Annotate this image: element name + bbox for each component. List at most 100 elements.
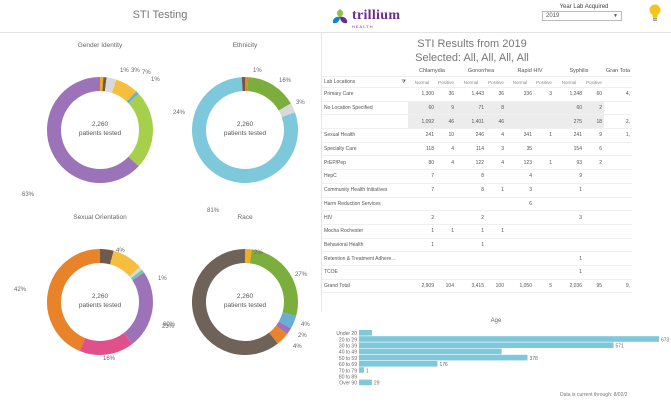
table-cell: 2 (456, 210, 486, 225)
donut-segment[interactable] (247, 77, 291, 111)
table-cell (604, 197, 633, 212)
lightbulb-icon[interactable] (648, 3, 662, 23)
age-bar[interactable] (359, 342, 614, 348)
age-bar[interactable] (359, 379, 372, 386)
table-row[interactable]: PrEP/Pep 80 4 122 4 123 1 93 2 (322, 155, 633, 171)
age-bar[interactable] (359, 367, 364, 373)
donut-segment[interactable] (126, 91, 139, 104)
table-cell (456, 265, 486, 280)
table-cell: 118 (408, 142, 436, 157)
table-cell: 1 (554, 183, 584, 198)
donut-segment[interactable] (99, 249, 114, 265)
donut-segment[interactable] (130, 269, 145, 281)
table-row[interactable]: Sexual Health 241 10 246 4 341 1 241 9 1, (322, 128, 633, 143)
table-cell (534, 210, 554, 225)
table-cell (584, 183, 604, 198)
table-cell: 275 (554, 114, 584, 130)
age-bar[interactable] (359, 348, 502, 355)
table-row[interactable]: 1,092 46 1,401 46 275 18 2, (322, 114, 633, 130)
donut-segment[interactable] (278, 103, 295, 118)
age-bar[interactable] (359, 336, 659, 342)
age-bar[interactable] (359, 354, 528, 361)
table-cell: 1 (408, 238, 436, 253)
table-cell: 60 (584, 87, 604, 102)
donut-segment[interactable] (128, 93, 153, 167)
table-cell: 1,248 (554, 87, 584, 102)
table-row[interactable]: Behavioral Health 1 1 (322, 238, 633, 253)
age-bar[interactable] (359, 330, 372, 336)
table-cell: 36 (486, 87, 506, 102)
donut-segment[interactable] (268, 325, 288, 344)
age-bar-label: Under 20 (336, 331, 357, 337)
donut-segment[interactable] (129, 267, 143, 279)
table-cell: 4 (506, 169, 534, 184)
table-cell (486, 265, 506, 280)
donut-center-count: 2,260 (91, 121, 109, 128)
donut-segment[interactable] (104, 77, 117, 93)
table-cell: 1 (456, 224, 486, 239)
table-cell (534, 142, 554, 157)
table-cell (486, 251, 506, 266)
table-cell (486, 169, 506, 184)
table-cell (408, 265, 436, 280)
table-cell (584, 251, 604, 266)
age-bar-label: 40 to 49 (339, 350, 357, 356)
table-cell: 1 (408, 224, 436, 239)
table-row[interactable]: Primary Care 1,300 36 1,443 36 336 3 1,248 60 4, (322, 87, 633, 102)
table-row[interactable]: Specialty Care 118 4 114 3 35 154 6 (322, 142, 633, 157)
table-cell: 1 (486, 183, 506, 198)
column-subheader: Positive (534, 76, 554, 88)
donut-segment[interactable] (278, 312, 297, 329)
year-dropdown[interactable]: 2019 ▼ (542, 11, 622, 21)
table-cell (604, 183, 633, 198)
table-row[interactable]: TCOE 1 (322, 265, 633, 280)
table-cell (486, 238, 506, 253)
column-subheader: Normal (506, 76, 534, 88)
table-row[interactable]: Retention & Treatment Adhere... 1 (322, 251, 633, 266)
table-cell (604, 155, 633, 171)
age-bar-label: Over 90 (339, 381, 357, 387)
age-bar[interactable] (359, 361, 438, 367)
table-row[interactable]: No Location Specified 60 9 71 8 60 2 (322, 101, 633, 116)
age-bar-value: 673 (661, 337, 670, 343)
table-row[interactable]: HepC 7 8 4 9 (322, 169, 633, 184)
table-cell: 71 (456, 101, 486, 116)
donut-center-caption: patients tested (78, 302, 122, 309)
table-cell: 246 (456, 128, 486, 143)
table-cell: 2,909 (408, 278, 436, 294)
table-row[interactable]: Mocha Rochester 1 1 1 1 (322, 224, 633, 239)
row-label: Grand Total (322, 278, 408, 294)
sort-icon[interactable]: ⧩ (402, 79, 406, 85)
table-cell (604, 238, 633, 253)
table-cell (534, 114, 554, 130)
donut-segment[interactable] (79, 332, 133, 355)
grand-total-row[interactable]: Grand Total 2,909 104 3,415 100 1,050 5 2,036 95… (322, 278, 633, 294)
table-row[interactable]: Harm Reduction Services 6 (322, 197, 633, 212)
donut-segment[interactable] (123, 272, 153, 345)
table-row[interactable]: Community Health Initiatives 7 8 1 3 1 (322, 183, 633, 198)
table-cell (604, 265, 633, 280)
sti-results-panel: STI Results from 2019 Selected: All, All… (321, 32, 671, 312)
table-cell (604, 210, 633, 225)
donut-segment[interactable] (47, 249, 101, 351)
donut-percent-label: 60% (163, 322, 176, 328)
table-corner (322, 66, 408, 77)
donut-segment[interactable] (275, 321, 291, 335)
table-cell: 4 (436, 142, 456, 157)
table-row[interactable]: HIV 2 2 3 (322, 210, 633, 225)
donut-segment[interactable] (109, 250, 140, 277)
table-cell (408, 197, 436, 212)
donut-segment[interactable] (111, 79, 137, 102)
table-cell (506, 210, 534, 225)
row-label: Retention & Treatment Adhere... (322, 251, 408, 266)
table-cell (436, 183, 456, 198)
table-cell: 3,415 (456, 278, 486, 294)
donut-percent-label: 16% (103, 356, 116, 362)
table-cell: 114 (456, 142, 486, 157)
table-cell: 154 (554, 142, 584, 157)
table-cell (486, 197, 506, 212)
table-cell: 3 (486, 142, 506, 157)
table-cell: 1, (604, 128, 633, 143)
table-cell: 8 (456, 183, 486, 198)
results-subtitle: Selected: All, All, All, All (415, 52, 529, 64)
